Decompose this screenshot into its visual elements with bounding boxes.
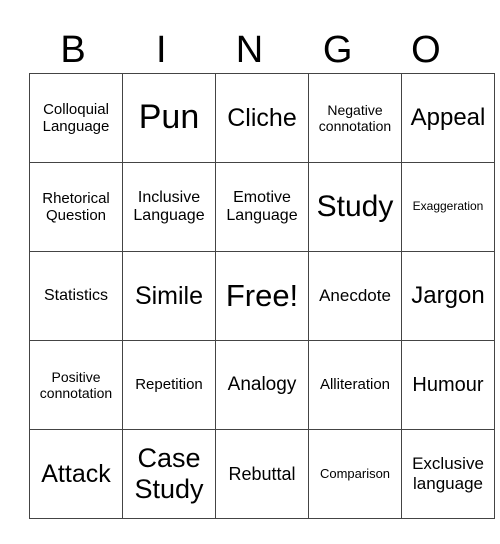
bingo-row: Attack Case Study Rebuttal Comparison Ex… bbox=[29, 429, 495, 519]
bingo-cell[interactable]: Attack bbox=[29, 429, 123, 519]
bingo-cell[interactable]: Appeal bbox=[401, 73, 495, 163]
bingo-card: Colloquial Language Pun Cliche Negative … bbox=[29, 73, 495, 519]
bingo-cell[interactable]: Anecdote bbox=[308, 251, 402, 341]
bingo-cell[interactable]: Emotive Language bbox=[215, 162, 309, 252]
bingo-cell[interactable]: Inclusive Language bbox=[122, 162, 216, 252]
bingo-cell[interactable]: Rebuttal bbox=[215, 429, 309, 519]
bingo-cell[interactable]: Alliteration bbox=[308, 340, 402, 430]
bingo-cell[interactable]: Study bbox=[308, 162, 402, 252]
bingo-row: Rhetorical Question Inclusive Language E… bbox=[29, 162, 495, 252]
header-letter-i: I bbox=[156, 29, 167, 71]
bingo-cell[interactable]: Case Study bbox=[122, 429, 216, 519]
header-letter-n: N bbox=[235, 29, 264, 71]
bingo-cell[interactable]: Cliche bbox=[215, 73, 309, 163]
bingo-row: Statistics Simile Free! Anecdote Jargon bbox=[29, 251, 495, 341]
bingo-cell[interactable]: Humour bbox=[401, 340, 495, 430]
bingo-cell[interactable]: Exaggeration bbox=[401, 162, 495, 252]
free-space-cell[interactable]: Free! bbox=[215, 251, 309, 341]
bingo-cell[interactable]: Simile bbox=[122, 251, 216, 341]
bingo-row: Colloquial Language Pun Cliche Negative … bbox=[29, 73, 495, 163]
bingo-row: Positive connotation Repetition Analogy … bbox=[29, 340, 495, 430]
bingo-cell[interactable]: Statistics bbox=[29, 251, 123, 341]
bingo-cell[interactable]: Colloquial Language bbox=[29, 73, 123, 163]
bingo-header: B I N G O bbox=[29, 28, 470, 72]
header-letter-g: G bbox=[322, 29, 353, 71]
bingo-cell[interactable]: Negative connotation bbox=[308, 73, 402, 163]
bingo-cell[interactable]: Pun bbox=[122, 73, 216, 163]
bingo-cell[interactable]: Comparison bbox=[308, 429, 402, 519]
header-letter-b: B bbox=[60, 29, 86, 71]
bingo-cell[interactable]: Rhetorical Question bbox=[29, 162, 123, 252]
bingo-cell[interactable]: Jargon bbox=[401, 251, 495, 341]
bingo-cell[interactable]: Analogy bbox=[215, 340, 309, 430]
bingo-cell[interactable]: Repetition bbox=[122, 340, 216, 430]
bingo-cell[interactable]: Positive connotation bbox=[29, 340, 123, 430]
header-letter-o: O bbox=[411, 29, 441, 71]
bingo-cell[interactable]: Exclusive language bbox=[401, 429, 495, 519]
